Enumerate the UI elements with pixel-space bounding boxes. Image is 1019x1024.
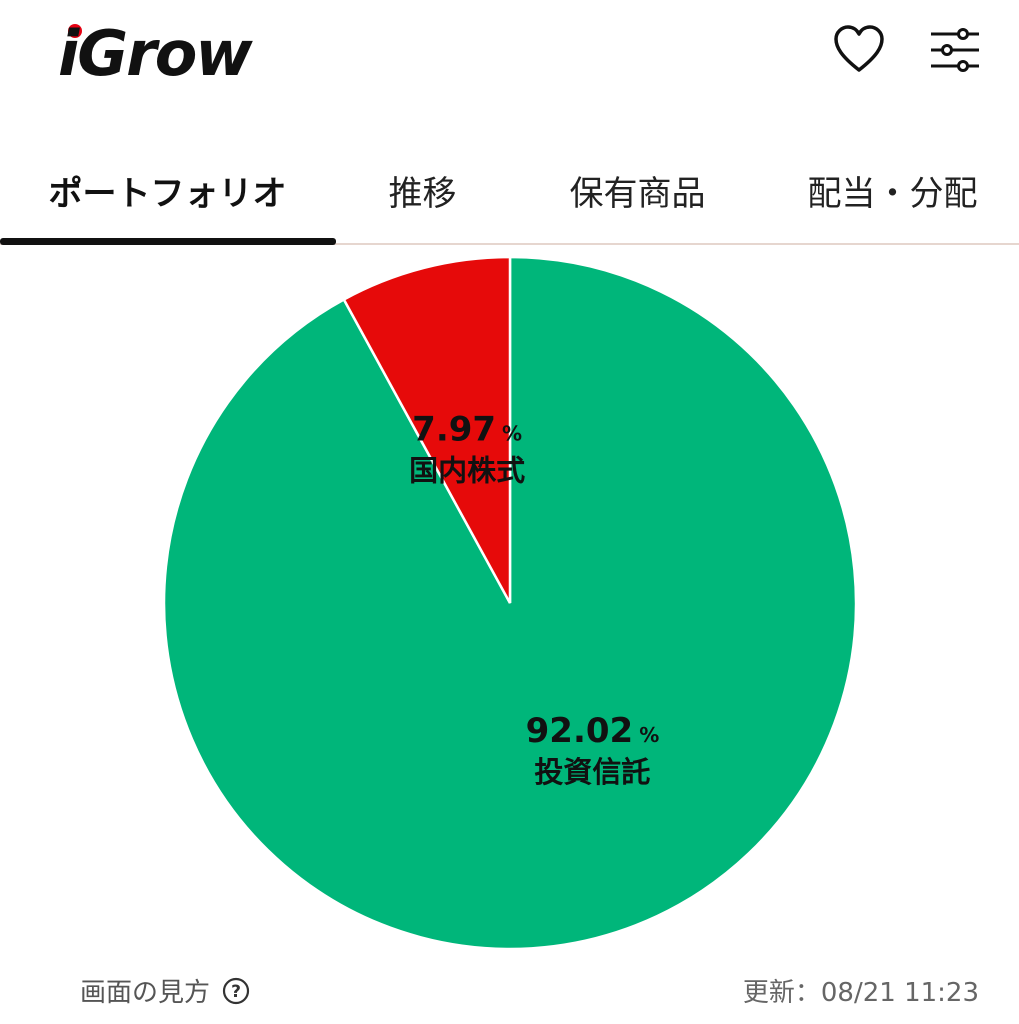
tab-dividends[interactable]: 配当・分配 [780,140,1005,240]
portfolio-pie-chart: 92.02% 投資信託 7.97% 国内株式 [0,245,1019,965]
footer: 画面の見方 ? 更新：08/21 11:23 [0,960,1019,1024]
svg-text:?: ? [231,982,241,1002]
howto-label: 画面の見方 [80,978,211,1008]
slice-category-label-1: 国内株式 [409,453,525,487]
logo-text: iGrow [58,17,253,90]
sliders-icon [931,28,979,72]
help-icon: ? [222,977,250,1004]
pie-svg: 92.02 %投資信託7.97 %国内株式 [162,255,858,951]
slice-category-label-0: 投資信託 [534,755,650,789]
settings-button[interactable] [927,22,983,78]
igrow-logo[interactable]: iGrow [58,14,253,94]
favorite-button[interactable] [831,22,887,78]
tab-bar: ポートフォリオ 推移 保有商品 配当・分配 [0,140,1019,246]
howto-link[interactable]: 画面の見方 ? [80,972,250,1009]
tab-trend[interactable]: 推移 [345,140,500,240]
heart-icon [834,25,884,72]
active-tab-indicator [0,238,336,245]
tab-portfolio[interactable]: ポートフォリオ [0,140,335,240]
app-header: iGrow [0,0,1019,120]
updated-timestamp: 更新：08/21 11:23 [742,978,979,1008]
tab-holdings[interactable]: 保有商品 [545,140,730,240]
